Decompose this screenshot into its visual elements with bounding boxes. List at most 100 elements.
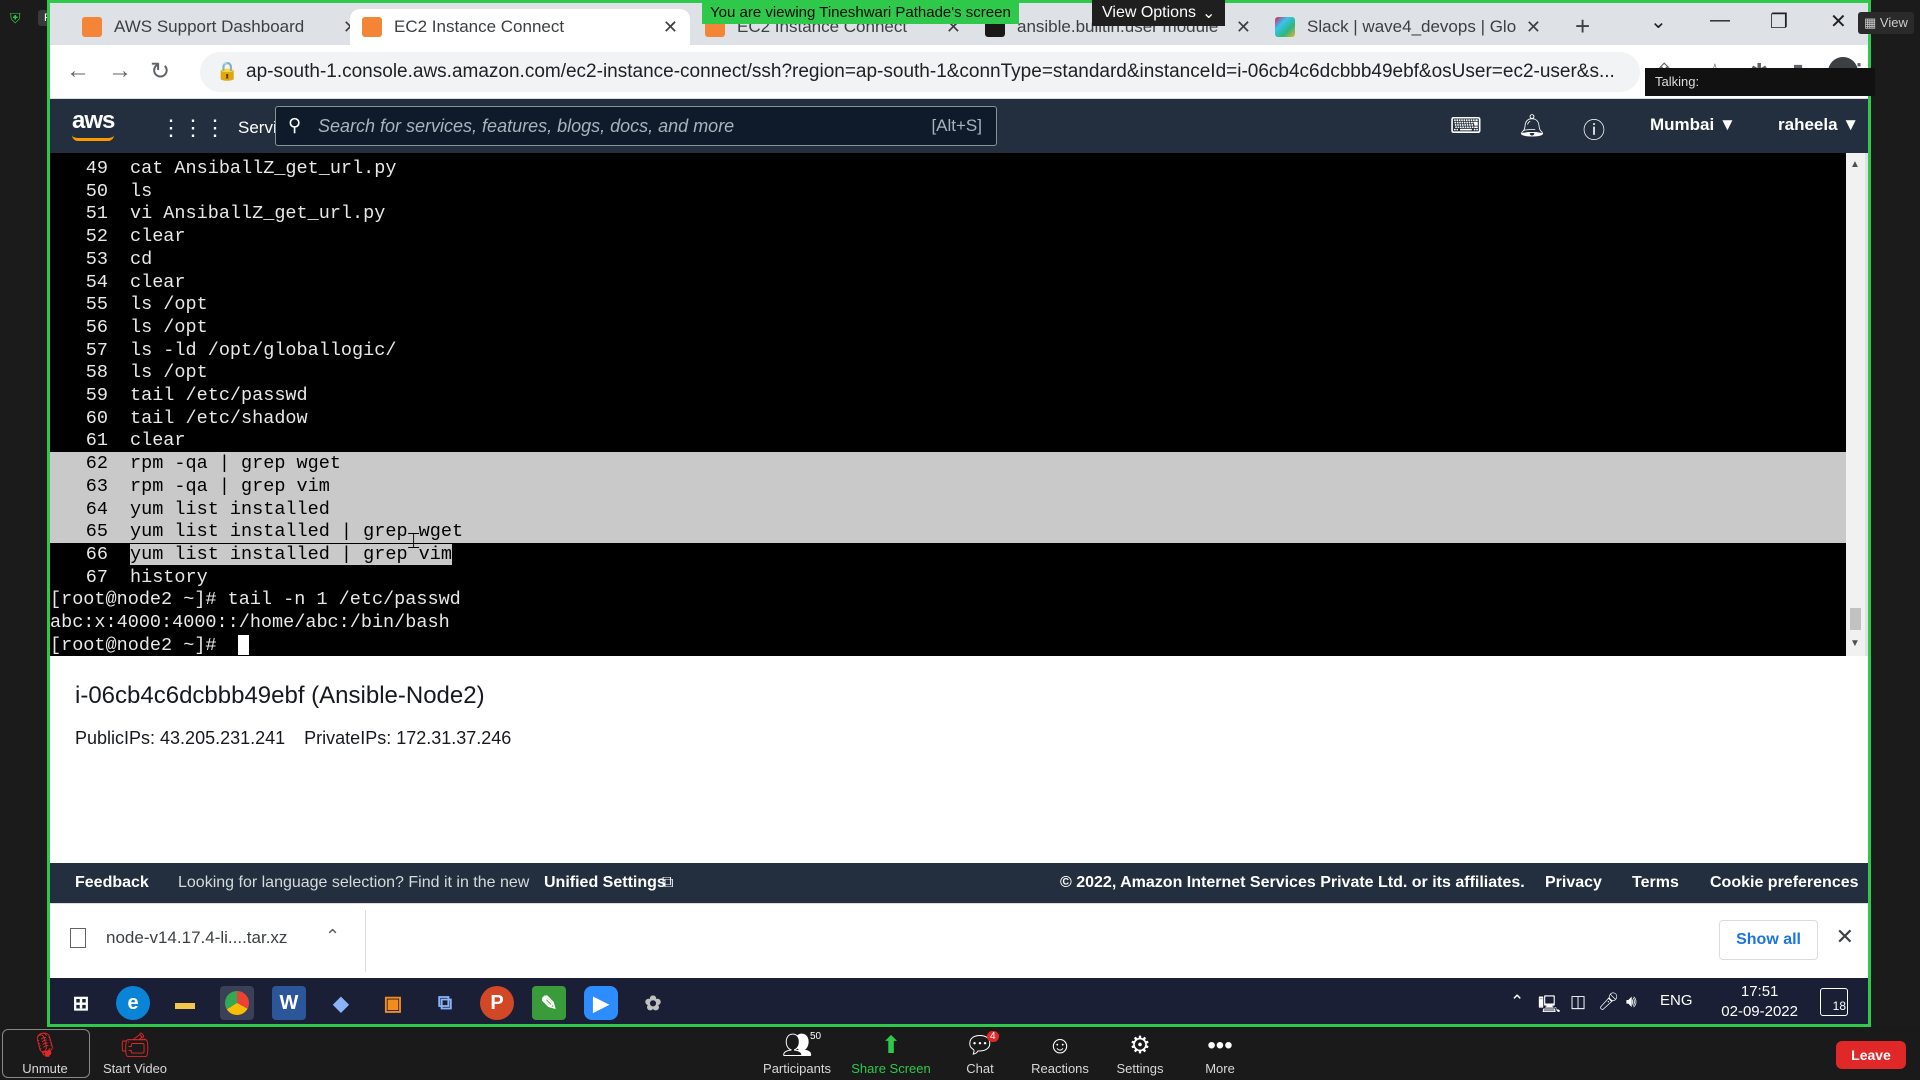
- network-icon[interactable]: 🖳: [1538, 992, 1561, 1021]
- help-icon[interactable]: ⓘ: [1583, 113, 1605, 145]
- powerpoint-icon[interactable]: P: [480, 986, 514, 1020]
- terms-link[interactable]: Terms: [1632, 874, 1679, 892]
- reload-icon[interactable]: ↻: [150, 57, 170, 86]
- history-command: ls /opt: [130, 362, 208, 384]
- more-button[interactable]: ••• More: [1175, 1031, 1265, 1076]
- word-icon[interactable]: W: [272, 986, 306, 1020]
- private-ips: PrivateIPs: 172.31.37.246: [304, 728, 512, 748]
- participants-button[interactable]: 👥︎ 50 Participants: [752, 1031, 842, 1076]
- close-icon[interactable]: ✕: [1836, 924, 1854, 950]
- history-number: 51: [85, 203, 108, 225]
- scroll-up-icon[interactable]: ▲: [1850, 159, 1860, 170]
- leave-button[interactable]: Leave: [1836, 1041, 1906, 1069]
- file-explorer-icon[interactable]: ▬: [168, 986, 202, 1020]
- restore-icon[interactable]: ❐: [1770, 9, 1788, 34]
- start-video-button[interactable]: 📹︎ Start Video: [90, 1031, 180, 1076]
- chat-button[interactable]: 💬︎ 4 Chat: [935, 1031, 1025, 1076]
- chrome-icon[interactable]: [220, 986, 254, 1020]
- history-command: history: [130, 566, 208, 588]
- history-command: cat AnsiballZ_get_url.py: [130, 158, 397, 179]
- bell-icon[interactable]: 🔔︎: [1518, 113, 1546, 139]
- history-line: 58 ls /opt: [50, 361, 1846, 384]
- feedback-link[interactable]: Feedback: [75, 874, 149, 892]
- grid-icon: ⋮⋮⋮: [160, 115, 226, 140]
- share-screen-button[interactable]: ⬆ Share Screen: [846, 1031, 936, 1076]
- terminal-scrollbar[interactable]: ▲ ▼: [1846, 153, 1865, 656]
- slack-favicon-icon: [1275, 17, 1295, 37]
- more-icon: •••: [1207, 1032, 1233, 1059]
- download-filename: node-v14.17.4-li....tar.xz: [106, 928, 288, 947]
- account-menu[interactable]: raheela ▼: [1778, 115, 1859, 135]
- search-input[interactable]: ⚲ Search for services, features, blogs, …: [275, 106, 997, 146]
- text-cursor-icon: ⌶: [407, 528, 421, 553]
- notes-app-icon[interactable]: ◆: [324, 986, 358, 1020]
- instance-title: i-06cb4c6dcbbb49ebf (Ansible-Node2): [75, 682, 485, 709]
- paint-icon[interactable]: ✿: [636, 986, 670, 1020]
- history-number: 53: [85, 248, 108, 270]
- tab-aws-support[interactable]: AWS Support Dashboard ✕: [70, 9, 370, 45]
- scroll-down-icon[interactable]: ▼: [1850, 638, 1860, 649]
- minimize-icon[interactable]: —: [1710, 9, 1730, 32]
- history-number: 63: [85, 475, 108, 497]
- view-grid-icon: ▦: [1864, 15, 1880, 30]
- back-icon[interactable]: ←: [66, 57, 90, 85]
- settings-button[interactable]: ⚙ Settings: [1095, 1031, 1185, 1076]
- project-icon[interactable]: ✎: [532, 986, 566, 1020]
- tab-search-chevron-icon[interactable]: ⌄: [1650, 9, 1667, 34]
- unmute-control[interactable]: 🎙︎ Unmute: [0, 1031, 90, 1076]
- history-number: 50: [85, 180, 108, 202]
- share-banner-text: You are viewing Tineshwari Pathade's scr…: [710, 3, 1011, 21]
- region-selector[interactable]: Mumbai ▼: [1650, 115, 1736, 135]
- history-line: 51 vi AnsiballZ_get_url.py: [50, 202, 1846, 225]
- notification-center-icon[interactable]: 18: [1820, 988, 1848, 1016]
- zoom-view-button[interactable]: ▦ View: [1858, 12, 1914, 34]
- language-indicator[interactable]: ENG: [1660, 992, 1693, 1009]
- history-number: 65: [85, 521, 108, 543]
- address-bar[interactable]: 🔒 ap-south-1.console.aws.amazon.com/ec2-…: [200, 52, 1640, 92]
- history-number: 58: [85, 362, 108, 384]
- microphone-icon[interactable]: 🎤︎: [1598, 992, 1620, 1012]
- tab-title: Slack | wave4_devops | Global: [1307, 17, 1517, 36]
- forward-icon[interactable]: →: [108, 57, 132, 85]
- history-number: 60: [85, 407, 108, 429]
- close-icon[interactable]: ✕: [1526, 17, 1541, 38]
- view-options-button[interactable]: View Options ⌄: [1092, 0, 1226, 26]
- participants-label: Participants: [763, 1061, 831, 1076]
- terminal-output-line: abc:x:4000:4000::/home/abc:/bin/bash: [50, 611, 1846, 634]
- windows-start-icon[interactable]: ⊞: [64, 986, 98, 1020]
- tray-chevron-icon[interactable]: ⌃: [1510, 992, 1524, 1012]
- terminal-text: [root@node2 ~]#: [50, 634, 228, 656]
- unified-settings-link[interactable]: Unified Settings: [544, 874, 666, 892]
- shared-screen: AWS Support Dashboard ✕ EC2 Instance Con…: [47, 0, 1871, 1027]
- privacy-link[interactable]: Privacy: [1545, 874, 1602, 892]
- history-line: 66 yum list installed | grep vim: [50, 543, 1846, 566]
- close-window-icon[interactable]: ✕: [1830, 9, 1847, 34]
- system-clock[interactable]: 17:51 02-09-2022: [1721, 982, 1798, 1022]
- terminal-cursor: [237, 634, 249, 655]
- zoom-app-icon[interactable]: ▶: [584, 986, 618, 1020]
- tab-ec2-connect-active[interactable]: EC2 Instance Connect ✕: [350, 9, 690, 45]
- volume-icon[interactable]: 🔊︎: [1626, 992, 1637, 1012]
- tab-slack[interactable]: Slack | wave4_devops | Global ✕: [1263, 9, 1553, 45]
- zoom-left-bar: ⛨: [0, 0, 47, 1027]
- chevron-down-icon: ⌄: [1201, 5, 1216, 22]
- download-item[interactable]: node-v14.17.4-li....tar.xz: [70, 928, 287, 948]
- scrollbar-thumb[interactable]: [1850, 608, 1861, 630]
- view-options-label: View Options: [1102, 4, 1196, 21]
- edge-icon[interactable]: e: [116, 986, 150, 1020]
- chevron-up-icon[interactable]: ⌃: [325, 926, 340, 947]
- cookie-preferences-link[interactable]: Cookie preferences: [1710, 874, 1859, 892]
- close-icon[interactable]: ✕: [1236, 17, 1251, 38]
- aws-logo[interactable]: aws: [72, 107, 115, 135]
- vmware-icon[interactable]: ▣: [376, 986, 410, 1020]
- show-all-button[interactable]: Show all: [1719, 920, 1818, 960]
- ssh-terminal[interactable]: 49 cat AnsiballZ_get_url.py 50 ls 51 vi Ansib…: [50, 153, 1846, 656]
- history-number: 59: [85, 385, 108, 406]
- camera-icon[interactable]: ◫: [1570, 992, 1586, 1012]
- cloudshell-icon[interactable]: ⌨: [1450, 113, 1482, 139]
- aws-top-nav: aws ⋮⋮⋮ Services ⚲ Search for services, …: [50, 99, 1868, 153]
- close-icon[interactable]: ✕: [663, 17, 678, 38]
- reactions-button[interactable]: ☺ Reactions: [1015, 1031, 1105, 1076]
- new-tab-icon[interactable]: +: [1575, 11, 1590, 42]
- remote-desktop-icon[interactable]: ⧉: [428, 986, 462, 1020]
